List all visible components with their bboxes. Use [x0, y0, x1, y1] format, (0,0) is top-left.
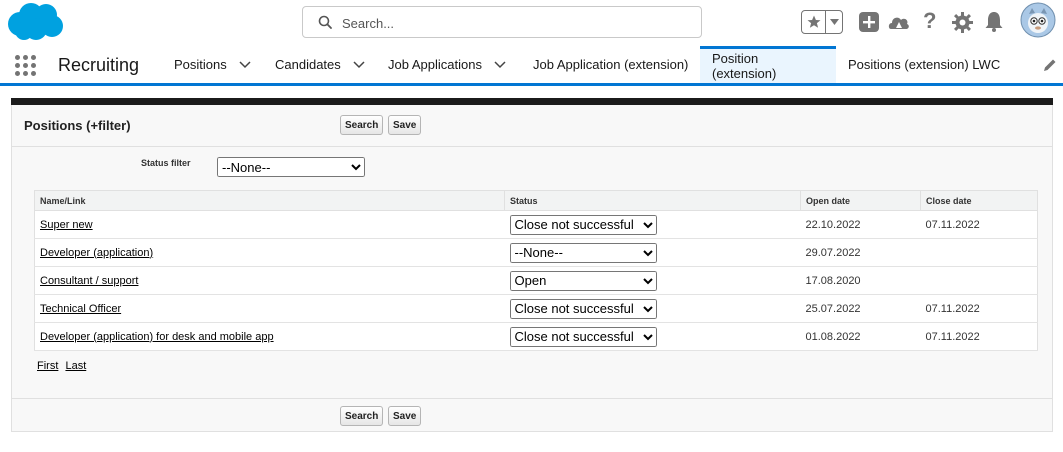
first-page-link[interactable]: First: [37, 360, 58, 372]
save-button-bottom[interactable]: Save: [388, 406, 422, 426]
global-header: ?: [0, 0, 1063, 46]
cell-close-date: 07.11.2022: [920, 210, 1038, 239]
pager: First Last: [37, 360, 90, 372]
save-button[interactable]: Save: [388, 115, 422, 135]
edit-nav-pencil-icon[interactable]: [1043, 58, 1057, 72]
trailhead-icon[interactable]: [887, 11, 911, 33]
cell-status: --None--OpenClose not successful: [504, 322, 801, 351]
status-select[interactable]: --None--OpenClose not successful: [509, 214, 657, 235]
table-row: Technical Officer --None--OpenClose not s…: [34, 294, 1038, 323]
tab-label: Job Applications: [388, 57, 482, 72]
cell-status: --None--OpenClose not successful: [504, 238, 801, 267]
help-icon[interactable]: ?: [923, 8, 936, 34]
cell-name: Developer (application) for desk and mob…: [34, 322, 505, 351]
global-actions-icon[interactable]: [858, 11, 880, 33]
app-name: Recruiting: [58, 55, 140, 75]
column-header-name: Name/Link: [34, 190, 505, 211]
tab-job-application-extension[interactable]: Job Application (extension): [521, 46, 700, 83]
cell-open-date: 25.07.2022: [800, 294, 921, 323]
tab-label: Positions (extension) LWC: [848, 57, 1001, 72]
table-row: Developer (application) for desk and mob…: [34, 322, 1038, 351]
cell-close-date: 07.11.2022: [920, 294, 1038, 323]
tab-label: Candidates: [275, 57, 341, 72]
position-link[interactable]: Consultant / support: [40, 275, 138, 287]
app-navigation-bar: Recruiting Positions Candidates Job Appl…: [0, 46, 1063, 86]
status-filter-label: Status filter: [141, 158, 191, 168]
status-select[interactable]: --None--OpenClose not successful: [509, 326, 657, 347]
salesforce-logo[interactable]: [6, 2, 64, 42]
gear-icon[interactable]: [952, 12, 973, 33]
app-launcher-icon[interactable]: [15, 55, 37, 77]
search-icon: [318, 15, 332, 29]
cell-open-date: 01.08.2022: [800, 322, 921, 351]
table-row: Super new --None--OpenClose not successfu…: [34, 210, 1038, 239]
status-filter-select[interactable]: --None--: [217, 157, 365, 177]
page-block-top-bar: [11, 98, 1053, 105]
status-select[interactable]: --None--OpenClose not successful: [509, 270, 657, 291]
global-search[interactable]: [302, 6, 702, 38]
tab-positions[interactable]: Positions: [162, 46, 263, 83]
position-link[interactable]: Technical Officer: [40, 303, 121, 315]
cell-open-date: 17.08.2020: [800, 266, 921, 295]
last-page-link[interactable]: Last: [65, 360, 86, 372]
tab-label: Position (extension): [712, 51, 777, 81]
tab-job-applications[interactable]: Job Applications: [376, 46, 518, 83]
favorites-button[interactable]: [801, 10, 843, 34]
position-link[interactable]: Developer (application): [40, 247, 153, 259]
cell-status: --None--OpenClose not successful: [504, 210, 801, 239]
search-input[interactable]: [340, 13, 690, 33]
star-icon[interactable]: [802, 11, 826, 33]
favorites-dropdown-icon[interactable]: [826, 11, 842, 33]
table-row: Consultant / support --None--OpenClose no…: [34, 266, 1038, 295]
cell-close-date: [920, 266, 1038, 295]
search-button-bottom[interactable]: Search: [340, 406, 384, 426]
cell-name: Consultant / support: [34, 266, 505, 295]
chevron-down-icon[interactable]: [239, 60, 251, 69]
page-title: Positions (+filter): [24, 118, 131, 133]
divider: [12, 398, 1052, 399]
chevron-down-icon[interactable]: [494, 60, 506, 69]
search-button[interactable]: Search: [340, 115, 384, 135]
column-header-status: Status: [504, 190, 801, 211]
position-link[interactable]: Super new: [40, 219, 93, 231]
status-select[interactable]: --None--OpenClose not successful: [509, 298, 657, 319]
tab-label: Positions: [174, 57, 227, 72]
cell-name: Technical Officer: [34, 294, 505, 323]
table-row: Developer (application) --None--OpenClose…: [34, 238, 1038, 267]
avatar[interactable]: [1020, 2, 1056, 38]
cell-open-date: 22.10.2022: [800, 210, 921, 239]
bell-icon[interactable]: [984, 11, 1004, 32]
cell-name: Super new: [34, 210, 505, 239]
cell-close-date: [920, 238, 1038, 267]
divider: [12, 146, 1052, 147]
table-header-row: Name/Link Status Open date Close date: [34, 190, 1038, 211]
cell-status: --None--OpenClose not successful: [504, 266, 801, 295]
tab-positions-extension-lwc[interactable]: Positions (extension) LWC: [836, 46, 1012, 83]
tab-candidates[interactable]: Candidates: [263, 46, 377, 83]
cell-name: Developer (application): [34, 238, 505, 267]
status-select[interactable]: --None--OpenClose not successful: [509, 242, 657, 263]
column-header-close-date: Close date: [920, 190, 1038, 211]
positions-page-block: Positions (+filter) Search Save Status f…: [11, 105, 1053, 432]
tab-label: Job Application (extension): [533, 57, 689, 72]
cell-close-date: 07.11.2022: [920, 322, 1038, 351]
chevron-down-icon[interactable]: [353, 60, 365, 69]
position-link[interactable]: Developer (application) for desk and mob…: [40, 331, 274, 343]
tab-position-extension[interactable]: Position (extension): [700, 46, 836, 83]
cell-status: --None--OpenClose not successful: [504, 294, 801, 323]
cell-open-date: 29.07.2022: [800, 238, 921, 267]
positions-table: Name/Link Status Open date Close date Su…: [34, 190, 1038, 351]
column-header-open-date: Open date: [800, 190, 921, 211]
